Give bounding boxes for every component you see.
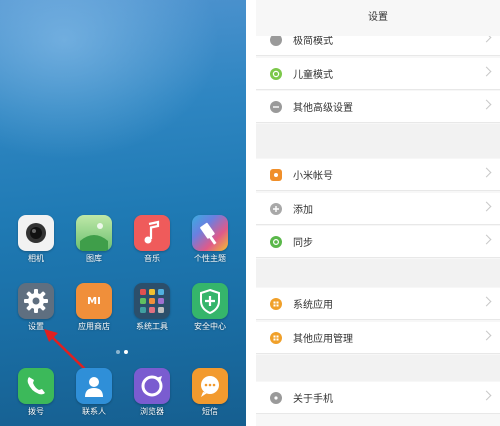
page-title: 设置 (256, 0, 500, 36)
app-label: 拨号 (28, 407, 44, 416)
settings-item-kid-mode[interactable]: 儿童模式 (256, 58, 500, 90)
annotation-arrow (44, 329, 93, 377)
home-screen: 相机 图库 音乐 个性主题 设置 MI 应用商店 系统工具 安全中心 拨号 联系… (0, 0, 246, 426)
settings-item-mi-account[interactable]: 小米帐号 (256, 159, 500, 191)
about-phone-icon (270, 391, 282, 404)
advanced-settings-icon (270, 100, 282, 113)
dock-phone[interactable]: 拨号 (10, 368, 62, 417)
phone-icon (18, 368, 54, 404)
app-label: 联系人 (82, 407, 106, 416)
contacts-icon (76, 368, 112, 404)
add-icon (270, 202, 282, 215)
settings-item-label: 关于手机 (293, 394, 333, 405)
settings-item-label: 添加 (293, 205, 313, 216)
settings-item-label: 其他应用管理 (293, 334, 353, 345)
chevron-right-icon (481, 234, 492, 245)
chevron-right-icon (481, 296, 492, 307)
settings-item-label: 其他高级设置 (293, 103, 353, 114)
section-divider (256, 355, 500, 381)
browser-icon (134, 368, 170, 404)
dock-contacts[interactable]: 联系人 (68, 368, 120, 417)
settings-item-system-apps[interactable]: 系统应用 (256, 288, 500, 320)
chevron-right-icon (481, 99, 492, 110)
section-divider (256, 124, 500, 158)
sync-icon (270, 235, 282, 248)
settings-item-label: 儿童模式 (293, 70, 333, 81)
settings-item-advanced[interactable]: 其他高级设置 (256, 91, 500, 123)
settings-item-label: 小米帐号 (293, 171, 333, 182)
system-apps-icon (270, 297, 282, 310)
settings-item-sync[interactable]: 同步 (256, 226, 500, 258)
settings-item-label: 同步 (293, 238, 313, 249)
dock-browser[interactable]: 浏览器 (126, 368, 178, 417)
chevron-right-icon (481, 330, 492, 341)
section-divider (256, 259, 500, 287)
app-label: 浏览器 (140, 407, 164, 416)
chevron-right-icon (481, 167, 492, 178)
settings-item-label: 系统应用 (293, 300, 333, 311)
settings-item-add[interactable]: 添加 (256, 193, 500, 225)
chevron-right-icon (481, 66, 492, 77)
settings-screen: 极简模式 设置 儿童模式 其他高级设置 小米帐号 添加 同步 系统应用 其他应用… (256, 0, 500, 426)
chevron-right-icon (481, 201, 492, 212)
chevron-right-icon (481, 390, 492, 401)
settings-item-about-phone[interactable]: 关于手机 (256, 382, 500, 414)
settings-item-app-management[interactable]: 其他应用管理 (256, 322, 500, 354)
dock-sms[interactable]: 短信 (184, 368, 236, 417)
kid-mode-icon (270, 67, 282, 80)
app-label: 短信 (202, 407, 218, 416)
app-manage-icon (270, 331, 282, 344)
sms-icon (192, 368, 228, 404)
mi-account-icon (270, 168, 282, 181)
